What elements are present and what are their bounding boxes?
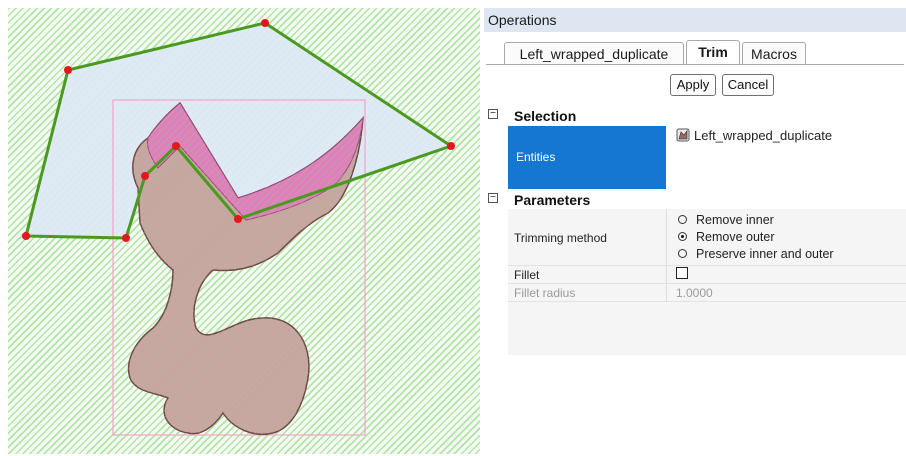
tab-left-wrapped-duplicate[interactable]: Left_wrapped_duplicate <box>504 42 684 64</box>
radio-label: Remove inner <box>696 213 774 227</box>
entities-value[interactable]: Left_wrapped_duplicate <box>676 128 832 145</box>
polyline-vertex[interactable] <box>64 66 72 74</box>
radio-circle[interactable] <box>678 249 687 258</box>
radio-label: Remove outer <box>696 230 775 244</box>
polyline-vertex[interactable] <box>447 142 455 150</box>
polyline-vertex[interactable] <box>261 19 269 27</box>
radio-label: Preserve inner and outer <box>696 247 834 261</box>
tab-macros[interactable]: Macros <box>742 42 806 64</box>
tab-trim[interactable]: Trim <box>686 40 740 65</box>
viewport-canvas[interactable] <box>8 8 480 454</box>
fillet-label: Fillet <box>514 268 540 282</box>
radio-circle-selected[interactable] <box>678 232 687 241</box>
apply-button[interactable]: Apply <box>670 74 716 96</box>
collapse-icon[interactable]: − <box>488 193 498 203</box>
polyline-vertex[interactable] <box>22 232 30 240</box>
grid-divider <box>508 301 906 302</box>
grid-divider <box>508 265 906 266</box>
grid-divider <box>666 209 667 301</box>
entities-label: Entities <box>516 150 556 164</box>
fillet-radius-value[interactable]: 1.0000 <box>676 286 713 300</box>
mesh-object-icon <box>676 128 690 142</box>
parameters-section-header[interactable]: − Parameters <box>484 192 906 210</box>
grid-divider <box>508 283 906 284</box>
trimming-method-label: Trimming method <box>514 231 607 245</box>
selection-section-header[interactable]: − Selection <box>484 108 906 126</box>
parameters-grid: Trimming method Remove inner Remove oute… <box>508 209 906 355</box>
tab-divider <box>486 64 904 65</box>
collapse-icon[interactable]: − <box>488 109 498 119</box>
fillet-radius-label: Fillet radius <box>514 286 576 300</box>
entities-value-text: Left_wrapped_duplicate <box>694 128 833 143</box>
operations-panel: Operations Left_wrapped_duplicate Trim M… <box>484 8 906 454</box>
polyline-vertex[interactable] <box>234 215 242 223</box>
3d-viewport[interactable] <box>8 8 480 454</box>
panel-title: Operations <box>484 8 906 32</box>
radio-circle[interactable] <box>678 215 687 224</box>
polyline-vertex[interactable] <box>122 234 130 242</box>
entities-property-cell[interactable]: Entities <box>508 126 666 189</box>
polyline-vertex[interactable] <box>172 142 180 150</box>
polyline-vertex[interactable] <box>141 172 149 180</box>
parameters-header-label: Parameters <box>514 192 591 208</box>
fillet-checkbox[interactable] <box>676 267 688 279</box>
selection-header-label: Selection <box>514 108 577 124</box>
tab-strip: Left_wrapped_duplicate Trim Macros <box>484 32 906 72</box>
cancel-button[interactable]: Cancel <box>722 74 774 96</box>
